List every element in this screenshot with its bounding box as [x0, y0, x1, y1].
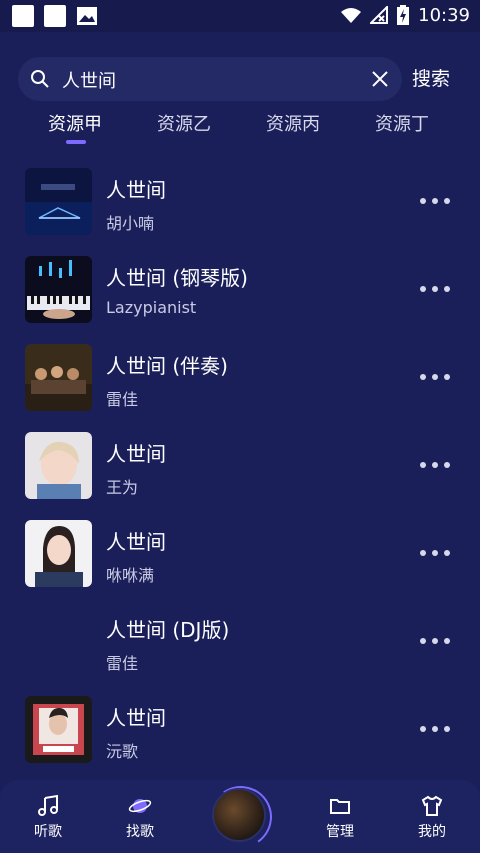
more-options-icon[interactable] [418, 638, 452, 646]
tab-source-b[interactable]: 资源乙 [157, 110, 211, 136]
song-artist: 雷佳 [106, 654, 139, 673]
song-title: 人世间 (钢琴版) [106, 266, 248, 290]
status-bar: 10:39 [0, 0, 480, 32]
album-cover [25, 256, 92, 323]
song-row[interactable]: 人世间 咻咻满 [0, 510, 480, 598]
active-tab-indicator [66, 140, 86, 144]
album-cover [25, 696, 92, 763]
nav-find[interactable]: 找歌 [92, 780, 188, 853]
notification-icon [12, 5, 34, 27]
song-row[interactable]: 人世间 (伴奏) 雷佳 [0, 334, 480, 422]
notification-icon [44, 5, 66, 27]
song-artist: 咻咻满 [106, 566, 155, 585]
tab-source-a[interactable]: 资源甲 [48, 110, 102, 136]
album-cover [25, 168, 92, 235]
song-row[interactable]: 人世间 (钢琴版) Lazypianist [0, 246, 480, 334]
album-cover [25, 344, 92, 411]
battery-charging-icon [397, 5, 410, 25]
song-artist: 沅歌 [106, 742, 139, 761]
song-title: 人世间 [106, 178, 166, 202]
more-options-icon[interactable] [418, 374, 452, 382]
more-options-icon[interactable] [418, 198, 452, 206]
song-title: 人世间 [106, 530, 166, 554]
music-note-icon [38, 794, 58, 816]
more-options-icon[interactable] [418, 286, 452, 294]
song-title: 人世间 [106, 442, 166, 466]
search-input[interactable] [60, 65, 364, 95]
tab-source-d[interactable]: 资源丁 [375, 110, 429, 136]
song-title: 人世间 (DJ版) [106, 618, 230, 642]
tab-source-c[interactable]: 资源丙 [266, 110, 320, 136]
more-options-icon[interactable] [418, 550, 452, 558]
wifi-icon [341, 8, 362, 23]
search-icon [31, 70, 49, 88]
song-title: 人世间 [106, 706, 166, 730]
now-playing-disc[interactable] [214, 790, 264, 840]
image-icon [76, 5, 98, 27]
nav-label: 找歌 [126, 824, 154, 840]
more-options-icon[interactable] [418, 726, 452, 734]
song-artist: 胡小喃 [106, 214, 155, 233]
nav-manage[interactable]: 管理 [292, 780, 388, 853]
album-cover [25, 520, 92, 587]
nav-label: 管理 [326, 824, 354, 840]
folder-icon [330, 799, 350, 814]
song-title: 人世间 (伴奏) [106, 354, 228, 378]
song-row[interactable]: 人世间 沅歌 [0, 686, 480, 774]
song-artist: 雷佳 [106, 390, 139, 409]
nav-listen[interactable]: 听歌 [0, 780, 96, 853]
song-row[interactable]: 人世间 胡小喃 [0, 158, 480, 246]
album-cover [25, 432, 92, 499]
more-options-icon[interactable] [418, 462, 452, 470]
song-row[interactable]: 人世间 王为 [0, 422, 480, 510]
song-row[interactable]: 人世间 (DJ版) 雷佳 [0, 598, 480, 686]
nav-mine[interactable]: 我的 [384, 780, 480, 853]
shirt-icon [421, 795, 443, 816]
song-artist: 王为 [106, 478, 139, 497]
search-button[interactable]: 搜索 [412, 64, 450, 91]
signal-icon [370, 6, 389, 24]
song-artist: Lazypianist [106, 298, 197, 317]
nav-label: 听歌 [34, 824, 62, 840]
clear-icon[interactable] [370, 69, 390, 89]
clock-time: 10:39 [418, 4, 470, 26]
nav-label: 我的 [418, 824, 446, 840]
search-box[interactable] [18, 57, 402, 101]
source-tabs: 资源甲 资源乙 资源丙 资源丁 [0, 110, 480, 150]
planet-icon [128, 799, 152, 813]
